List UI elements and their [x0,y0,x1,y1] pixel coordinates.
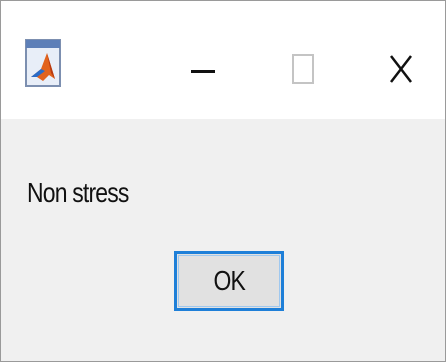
matlab-icon [25,39,61,87]
maximize-button[interactable] [273,45,333,93]
ok-button[interactable]: OK [174,251,284,311]
close-icon [390,55,412,83]
dialog-body: Non stress OK [1,119,445,361]
title-bar[interactable] [1,1,445,119]
maximize-icon [292,54,314,84]
minimize-button[interactable] [173,45,233,93]
minimize-icon [191,70,215,73]
message-dialog-window: Non stress OK [0,0,446,362]
dialog-message: Non stress [27,177,129,208]
ok-button-label: OK [213,265,245,296]
close-button[interactable] [371,45,431,93]
